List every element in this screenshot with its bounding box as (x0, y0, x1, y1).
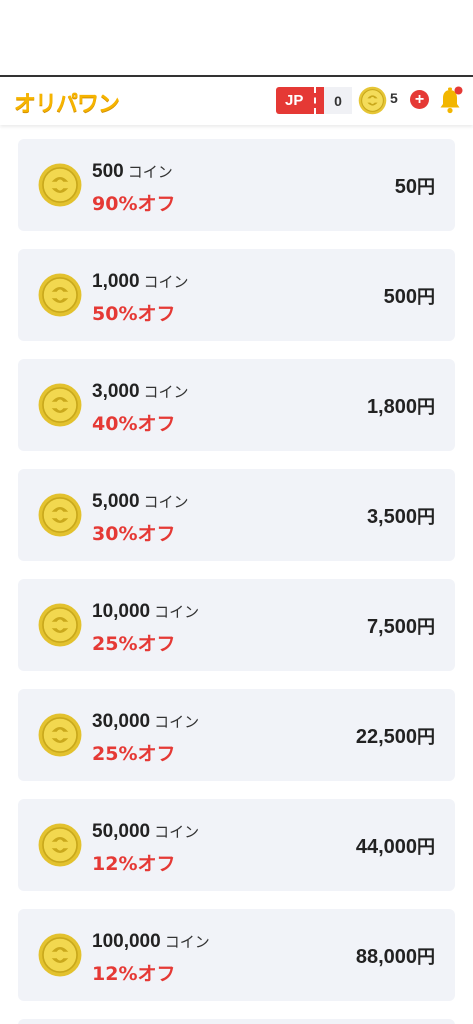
coin-package-card[interactable]: 100,000 コイン 12%オフ 88,000円 (18, 909, 455, 1001)
coin-icon (38, 603, 82, 647)
coin-icon (38, 823, 82, 867)
coin-icon (38, 273, 82, 317)
coin-amount: 10,000 コイン (92, 601, 200, 622)
coin-amount: 1,000 コイン (92, 271, 189, 292)
price-label: 88,000円 (355, 946, 435, 968)
discount-label: 25%オフ (92, 743, 176, 765)
price-label: 1,800円 (366, 396, 435, 418)
price-label: 500円 (383, 286, 435, 308)
price-label: 3,500円 (366, 506, 435, 528)
app-logo[interactable]: オリパワン (14, 86, 120, 118)
coin-icon (38, 933, 82, 977)
coin-icon (38, 383, 82, 427)
coin-package-card[interactable]: 10,000 コイン 25%オフ 7,500円 (18, 579, 455, 671)
price-label: 22,500円 (355, 726, 435, 748)
coin-package-card[interactable]: 1,000 コイン 50%オフ 500円 (18, 249, 455, 341)
coin-package-card[interactable]: 3,000 コイン 40%オフ 1,800円 (18, 359, 455, 451)
coin-amount: 50,000 コイン (92, 821, 200, 842)
bell-icon[interactable] (437, 86, 463, 114)
app-header: オリパワン JP 0 5 + (0, 75, 473, 125)
coin-amount: 3,000 コイン (92, 381, 189, 402)
discount-label: 90%オフ (92, 193, 176, 215)
coin-package-card[interactable]: 30,000 コイン 25%オフ 22,500円 (18, 689, 455, 781)
coin-package-card[interactable]: 500 コイン 90%オフ 50円 (18, 139, 455, 231)
discount-label: 40%オフ (92, 413, 176, 435)
coin-icon (38, 493, 82, 537)
coin-icon (38, 163, 82, 207)
discount-label: 12%オフ (92, 853, 176, 875)
price-label: 7,500円 (366, 616, 435, 638)
add-coins-button[interactable]: + (410, 90, 429, 109)
plus-icon: + (414, 90, 425, 108)
coin-amount: 5,000 コイン (92, 491, 189, 512)
discount-label: 12%オフ (92, 963, 176, 985)
coin-balance: 5 (390, 90, 398, 106)
discount-label: 50%オフ (92, 303, 176, 325)
coin-icon (358, 86, 387, 115)
jp-ticket-badge[interactable]: JP (276, 87, 324, 114)
discount-label: 30%オフ (92, 523, 176, 545)
jp-label: JP (285, 92, 304, 109)
status-area (0, 0, 473, 75)
coin-amount: 500 コイン (92, 161, 173, 182)
jp-ticket-count: 0 (324, 87, 352, 114)
coin-package-card[interactable]: 5,000 コイン 30%オフ 3,500円 (18, 469, 455, 561)
coin-package-card[interactable]: 50,000 コイン 12%オフ 44,000円 (18, 799, 455, 891)
price-label: 44,000円 (355, 836, 435, 858)
coin-package-list: 500 コイン 90%オフ 50円 1,000 コイン 50%オフ 500円 3,0… (18, 139, 455, 1024)
coin-amount: 100,000 コイン (92, 931, 210, 952)
coin-amount: 30,000 コイン (92, 711, 200, 732)
coin-icon (38, 713, 82, 757)
price-label: 50円 (394, 176, 435, 198)
discount-label: 25%オフ (92, 633, 176, 655)
coin-package-card-partial[interactable] (18, 1019, 455, 1024)
